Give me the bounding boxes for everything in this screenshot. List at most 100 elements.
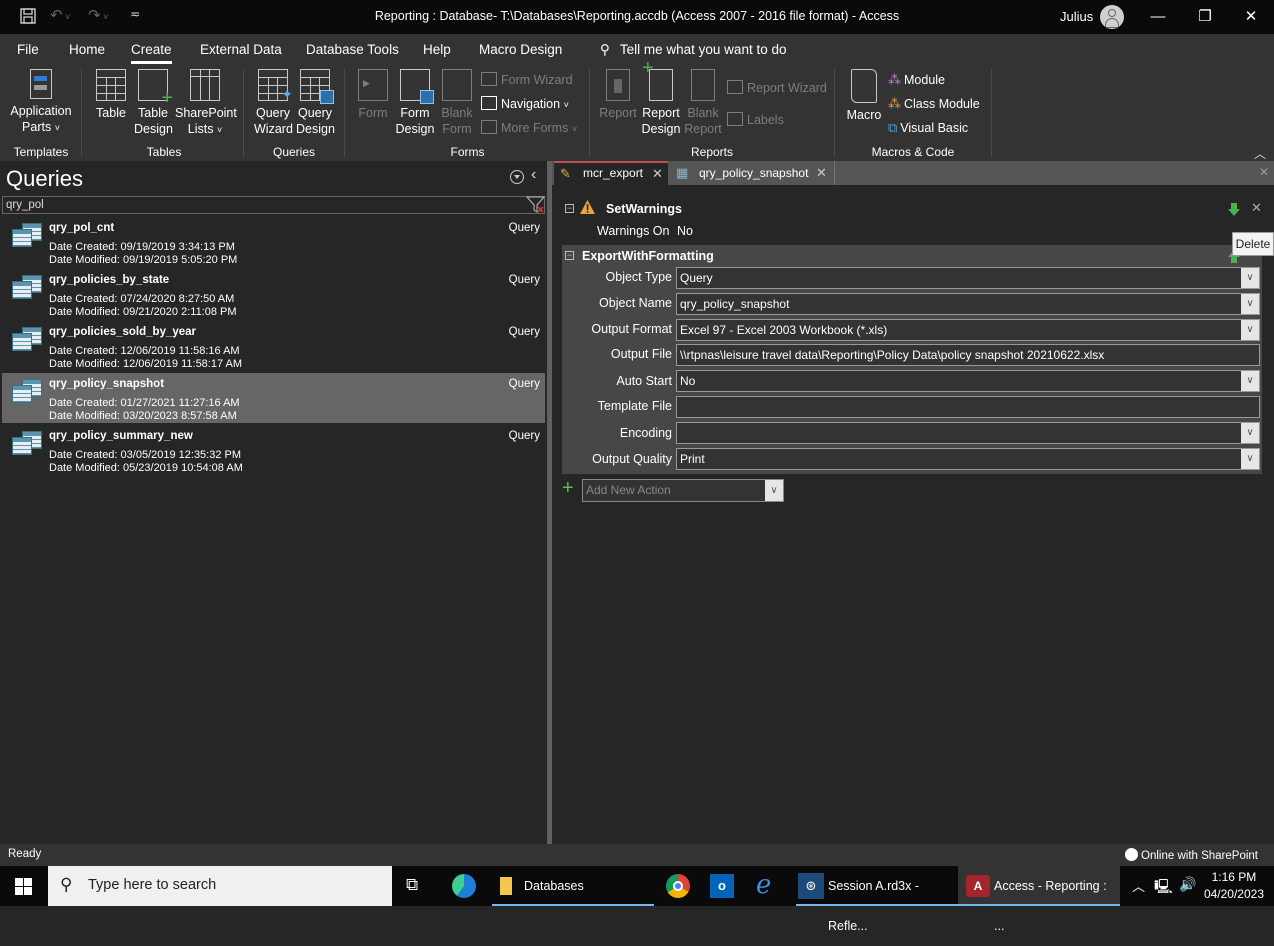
tab-database-tools[interactable]: Database Tools <box>306 42 399 57</box>
taskbar-app-access[interactable]: A Access - Reporting : ... <box>958 866 1120 933</box>
query-design-button[interactable]: Query Design <box>296 69 335 137</box>
auto-start-select[interactable]: No ∨ <box>676 370 1260 392</box>
more-forms-button[interactable]: More Forms ˅ <box>481 120 577 135</box>
list-item[interactable]: qry_policies_by_state Query Date Created… <box>2 269 545 319</box>
query-icon <box>12 431 44 457</box>
show-hidden-icons[interactable]: ︿ <box>1132 876 1145 895</box>
report-design-button[interactable]: + Report Design <box>640 58 682 137</box>
chevron-down-icon[interactable]: ∨ <box>1241 294 1259 314</box>
action-setwarnings[interactable]: SetWarnings <box>606 202 682 216</box>
user-name[interactable]: Julius <box>1060 9 1093 24</box>
windows-start-icon[interactable] <box>15 878 32 895</box>
nav-pane-menu-icon[interactable] <box>510 170 524 184</box>
delete-tooltip: Delete <box>1232 232 1274 256</box>
labels-button[interactable]: Labels <box>727 112 784 127</box>
group-label-forms: Forms <box>450 145 485 159</box>
form-design-button[interactable]: Form Design <box>395 69 435 137</box>
close-tab-icon[interactable]: ✕ <box>816 161 827 185</box>
taskbar-app-reflection[interactable]: ⊛ Session A.rd3x - Refle... <box>796 866 958 933</box>
chrome-icon[interactable] <box>666 874 690 898</box>
output-format-select[interactable]: Excel 97 - Excel 2003 Workbook (*.xls) ∨ <box>676 319 1260 341</box>
list-item[interactable]: qry_policy_summary_new Query Date Create… <box>2 425 545 475</box>
collapse-toggle-icon[interactable]: − <box>565 251 574 260</box>
network-icon[interactable]: 🖳 <box>1154 876 1173 900</box>
tab-macro-design[interactable]: Macro Design <box>479 42 562 57</box>
chevron-down-icon[interactable]: ∨ <box>1241 371 1259 391</box>
restore-button[interactable]: ❐ <box>1190 6 1220 28</box>
taskbar-search[interactable]: ⚲ Type here to search <box>48 866 392 906</box>
encoding-select[interactable]: ∨ <box>676 422 1260 444</box>
output-file-input[interactable]: \\rtpnas\leisure travel data\Reporting\P… <box>676 344 1260 366</box>
tell-me-search[interactable]: ⚲ Tell me what you want to do <box>600 42 786 58</box>
chevron-down-icon[interactable]: ∨ <box>1241 268 1259 288</box>
application-parts-button[interactable]: Application Parts ˅ <box>8 69 74 136</box>
report-wizard-button[interactable]: Report Wizard <box>727 80 827 95</box>
arg-label-warnings-on: Warnings On <box>597 224 670 238</box>
group-label-tables: Tables <box>146 145 182 159</box>
template-file-input[interactable] <box>676 396 1260 418</box>
tab-mcr-export[interactable]: ✎ mcr_export ✕ <box>554 161 668 185</box>
edge-icon[interactable] <box>452 874 476 898</box>
table-button[interactable]: Table <box>94 69 128 121</box>
macro-button[interactable]: Macro <box>845 69 883 123</box>
group-separator <box>991 69 992 157</box>
report-button[interactable]: Report <box>599 69 637 121</box>
query-icon: ▦ <box>676 165 689 180</box>
close-tab-icon[interactable]: ✕ <box>652 163 663 184</box>
minimize-button[interactable]: — <box>1143 6 1173 28</box>
visual-basic-button[interactable]: ⧉ Visual Basic <box>888 120 968 136</box>
arg-label-object-type: Object Type <box>605 270 672 284</box>
navigation-button[interactable]: Navigation ˅ <box>481 96 569 111</box>
visual-basic-icon: ⧉ <box>888 120 898 135</box>
nav-search-input[interactable] <box>2 196 545 214</box>
taskbar-app-databases[interactable]: Databases <box>492 866 654 906</box>
class-module-button[interactable]: ⁂ Class Module <box>888 96 980 112</box>
close-button[interactable]: ✕ <box>1236 6 1266 28</box>
chevron-down-icon[interactable]: ∨ <box>1241 423 1259 443</box>
taskbar: ⚲ Type here to search ⧉ Databases o e ⊛ … <box>0 866 1274 933</box>
query-wizard-button[interactable]: ✦ Query Wizard <box>254 69 293 137</box>
table-design-button[interactable]: + Table Design <box>134 69 173 137</box>
form-wizard-button[interactable]: Form Wizard <box>481 72 573 87</box>
list-item[interactable]: qry_policies_sold_by_year Query Date Cre… <box>2 321 545 371</box>
action-exportwithformatting[interactable]: ExportWithFormatting <box>582 249 714 263</box>
outlook-icon[interactable]: o <box>710 874 734 898</box>
object-name-select[interactable]: qry_policy_snapshot ∨ <box>676 293 1260 315</box>
module-button[interactable]: ⁂ Module <box>888 72 945 88</box>
shutter-bar-collapse-icon[interactable]: ‹ <box>531 166 536 184</box>
tab-home[interactable]: Home <box>69 42 105 57</box>
macro-scroll-icon <box>851 69 877 103</box>
blank-form-button[interactable]: Blank Form <box>439 69 475 137</box>
tab-external-data[interactable]: External Data <box>200 42 282 57</box>
close-document-icon[interactable]: ✕ <box>1259 165 1269 179</box>
module-icon: ⁂ <box>888 72 901 87</box>
form-button[interactable]: ▶ Form <box>355 69 391 121</box>
output-quality-select[interactable]: Print ∨ <box>676 448 1260 470</box>
list-item-selected[interactable]: qry_policy_snapshot Query Date Created: … <box>2 373 545 423</box>
tab-help[interactable]: Help <box>423 42 451 57</box>
list-item[interactable]: qry_pol_cnt Query Date Created: 09/19/20… <box>2 217 545 267</box>
clock[interactable]: 1:16 PM 04/20/2023 <box>1204 869 1264 903</box>
delete-action-icon[interactable]: ✕ <box>1251 200 1262 216</box>
avatar[interactable] <box>1100 5 1124 29</box>
collapse-toggle-icon[interactable]: − <box>565 204 574 213</box>
arg-value-warnings-on[interactable]: No <box>677 224 693 238</box>
tab-qry-policy-snapshot[interactable]: ▦ qry_policy_snapshot ✕ <box>670 161 835 185</box>
arg-label-output-file: Output File <box>610 347 672 361</box>
volume-icon[interactable]: 🔊 <box>1179 876 1196 893</box>
object-type-select[interactable]: Query ∨ <box>676 267 1260 289</box>
tab-create[interactable]: Create <box>131 42 172 64</box>
tab-file[interactable]: File <box>17 42 39 57</box>
chevron-down-icon[interactable]: ∨ <box>765 480 783 501</box>
chevron-down-icon[interactable]: ∨ <box>1241 320 1259 340</box>
add-new-action-select[interactable]: Add New Action ∨ <box>582 479 784 502</box>
clear-filter-icon[interactable] <box>525 196 546 214</box>
chevron-down-icon[interactable]: ∨ <box>1241 449 1259 469</box>
move-down-icon[interactable] <box>1228 203 1240 216</box>
group-separator <box>344 69 345 157</box>
collapse-ribbon-icon[interactable]: ︿ <box>1254 145 1266 162</box>
blank-report-button[interactable]: Blank Report <box>684 69 722 137</box>
task-view-icon[interactable]: ⧉ <box>406 875 418 895</box>
internet-explorer-icon[interactable]: e <box>756 870 771 900</box>
sharepoint-lists-button[interactable]: SharePoint Lists ˅ <box>175 69 237 138</box>
